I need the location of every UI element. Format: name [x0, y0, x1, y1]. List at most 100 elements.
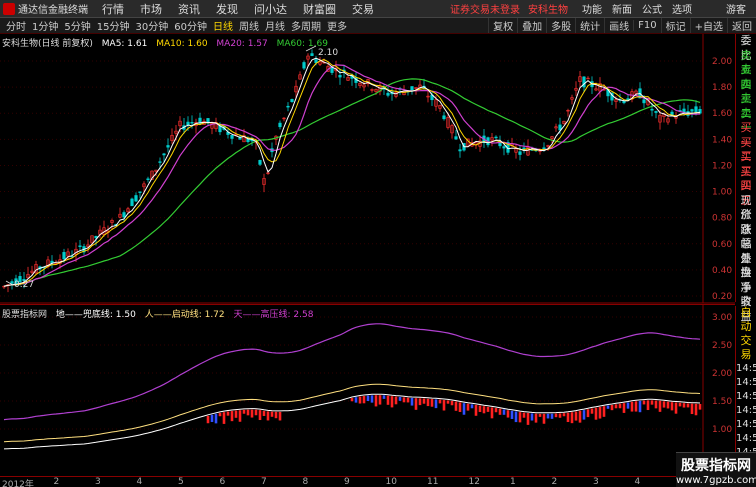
signal-bar: [230, 411, 234, 422]
candle-body: [522, 147, 526, 150]
trade-panel: 自动 交易 14:5614:5614:5614:5614:5614:5614:5…: [735, 306, 756, 486]
low-price-label: 0.27: [14, 280, 34, 290]
menu-xuanxiang[interactable]: 选项: [672, 1, 692, 16]
signal-bar: [650, 400, 654, 405]
signal-bar: [554, 413, 558, 418]
menu-hangqing[interactable]: 行情: [102, 1, 124, 17]
guest-label[interactable]: 游客: [726, 1, 746, 16]
time-axis-label: 4: [136, 477, 143, 487]
menu-jiaoyi[interactable]: 交易: [352, 1, 374, 17]
signal-bar: [630, 401, 634, 412]
price-axis-label: 1.40: [712, 135, 732, 145]
trade-label[interactable]: 交易: [736, 334, 756, 362]
period-1min[interactable]: 1分钟: [32, 18, 58, 33]
menu-caifuquan[interactable]: 财富圈: [303, 1, 336, 17]
menu-gongneng[interactable]: 功能: [582, 1, 602, 16]
signal-bar: [254, 409, 258, 416]
signal-bar: [558, 413, 562, 418]
menu-wenxiaoda[interactable]: 问小达: [254, 1, 287, 17]
period-monthly[interactable]: 月线: [265, 18, 285, 33]
candle-body: [694, 106, 698, 113]
quote-label: 买三: [740, 150, 752, 178]
period-30min[interactable]: 30分钟: [135, 18, 168, 33]
draw-line-button[interactable]: 画线: [604, 18, 633, 33]
f10-button[interactable]: F10: [633, 20, 660, 31]
period-multi[interactable]: 多周期: [291, 18, 321, 33]
candle-body: [10, 281, 14, 284]
fuquan-button[interactable]: 复权: [488, 18, 517, 33]
signal-bar: [686, 403, 690, 408]
signal-bar: [654, 400, 658, 409]
add-watchlist-button[interactable]: +自选: [689, 18, 727, 33]
time-axis-label: 3: [593, 477, 599, 487]
period-weekly[interactable]: 周线: [239, 18, 259, 33]
price-axis-label: 2.00: [712, 57, 732, 67]
ground-line: [3, 393, 701, 450]
candle-body: [130, 198, 134, 207]
time-axis-label: 8: [302, 477, 309, 487]
signal-bar: [438, 399, 442, 404]
period-15min[interactable]: 15分钟: [97, 18, 130, 33]
high-price-label: 2.10: [318, 48, 338, 58]
quote-label: 净资: [740, 280, 752, 309]
candle-body: [582, 76, 586, 88]
signal-bar: [358, 396, 362, 404]
sky-line: [3, 323, 701, 421]
signal-bar: [362, 396, 366, 404]
signal-bar: [602, 406, 606, 417]
quote-label: 总量: [740, 237, 752, 265]
indicator-chart[interactable]: 3.00 2.50 2.00 1.50 1.00: [0, 304, 735, 476]
menu-gongshi[interactable]: 公式: [642, 1, 662, 16]
menu-xinmian[interactable]: 新面: [612, 1, 632, 16]
signal-bar: [442, 400, 446, 411]
signal-bar: [486, 406, 490, 412]
signal-bar: [522, 412, 526, 418]
stats-button[interactable]: 统计: [575, 18, 604, 33]
signal-bar: [690, 403, 694, 415]
signal-bar: [434, 399, 438, 409]
signal-bar: [694, 403, 698, 416]
time-axis-label: 1: [510, 477, 516, 487]
signal-bar: [226, 411, 230, 416]
mark-button[interactable]: 标记: [660, 18, 690, 33]
multi-stock-button[interactable]: 多股: [546, 18, 575, 33]
menu-shichang[interactable]: 市场: [140, 1, 162, 17]
back-button[interactable]: 返回: [727, 18, 756, 33]
signal-bar: [242, 409, 246, 414]
signal-bar: [578, 410, 582, 423]
quote-label: 涨幅: [740, 222, 752, 251]
price-axis-label: 1.80: [712, 83, 732, 93]
signal-bar: [274, 411, 278, 419]
period-fenshi[interactable]: 分时: [6, 18, 26, 33]
trade-time: 14:56: [736, 363, 756, 374]
login-notice[interactable]: 证券交易未登录: [450, 1, 520, 16]
signal-bar: [570, 412, 574, 424]
period-daily[interactable]: 日线: [213, 18, 233, 33]
watermark: 股票指标网 www.7gpzb.com: [676, 452, 756, 487]
kline-chart[interactable]: 2.00 1.80 1.60 1.40 1.20 1.00 0.80 0.60 0.40 0.20…: [0, 34, 735, 304]
period-more[interactable]: 更多: [327, 18, 347, 33]
signal-bar: [474, 404, 478, 416]
candle-body: [286, 105, 290, 108]
time-axis-label: 11: [427, 477, 439, 487]
period-5min[interactable]: 5分钟: [64, 18, 90, 33]
candle-body: [454, 136, 458, 140]
period-60min[interactable]: 60分钟: [174, 18, 207, 33]
auto-trade-label[interactable]: 自动: [736, 306, 756, 334]
signal-bar: [574, 411, 578, 421]
candle-body: [302, 62, 306, 69]
time-axis-label: 2012年: [2, 480, 34, 487]
signal-bar: [550, 413, 554, 419]
signal-bar: [238, 410, 242, 422]
menu-faxian[interactable]: 发现: [216, 1, 238, 17]
time-axis-label: 10: [385, 477, 397, 487]
indicator-axis-label: 1.00: [712, 425, 732, 435]
signal-bar: [582, 410, 586, 420]
indicator-axis-label: 3.00: [712, 313, 732, 323]
overlay-button[interactable]: 叠加: [517, 18, 546, 33]
signal-bar: [534, 413, 538, 423]
menu-zixun[interactable]: 资讯: [178, 1, 200, 17]
price-axis-label: 0.80: [712, 214, 732, 224]
trade-time: 14:56: [736, 391, 756, 402]
candle-body: [654, 111, 658, 113]
